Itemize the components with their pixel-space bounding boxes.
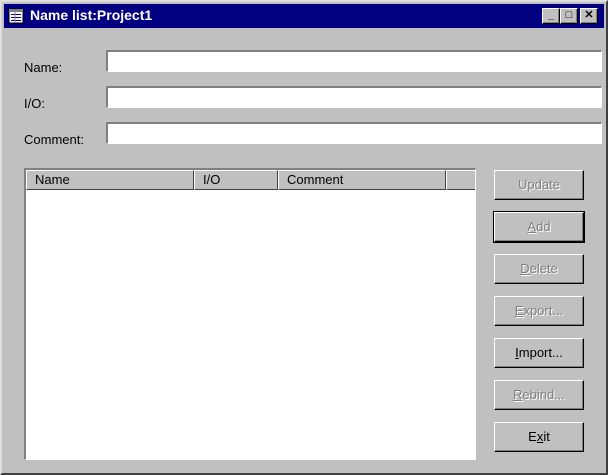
comment-field[interactable] [106,122,602,144]
app-list-icon [8,8,24,24]
title-bar[interactable]: Name list:Project1 _ □ ✕ [4,4,604,28]
exit-button[interactable]: Exit [494,422,584,452]
maximize-icon[interactable]: □ [560,8,578,24]
column-header-io[interactable]: I/O [194,170,278,190]
add-button[interactable]: Add [493,211,585,243]
name-label: Name: [24,60,63,75]
delete-button[interactable]: Delete [494,254,584,284]
window-title: Name list:Project1 [30,7,153,23]
minimize-icon[interactable]: _ [542,8,560,24]
update-button[interactable]: Update [494,170,584,200]
list-header: Name I/O Comment [26,170,475,192]
comment-label: Comment: [24,132,84,147]
column-header-name[interactable]: Name [26,170,194,190]
export-button[interactable]: Export... [494,296,584,326]
name-field[interactable] [106,50,602,72]
column-header-comment[interactable]: Comment [278,170,446,190]
name-list-window: Name list:Project1 _ □ ✕ Name: I/O: Comm… [0,0,608,475]
io-field[interactable] [106,86,602,108]
import-button[interactable]: Import... [494,338,584,368]
close-icon[interactable]: ✕ [580,8,598,24]
name-list-view[interactable]: Name I/O Comment [24,168,476,460]
column-header-blank[interactable] [446,170,475,190]
rebind-button[interactable]: Rebind... [494,380,584,410]
io-label: I/O: [24,96,45,111]
